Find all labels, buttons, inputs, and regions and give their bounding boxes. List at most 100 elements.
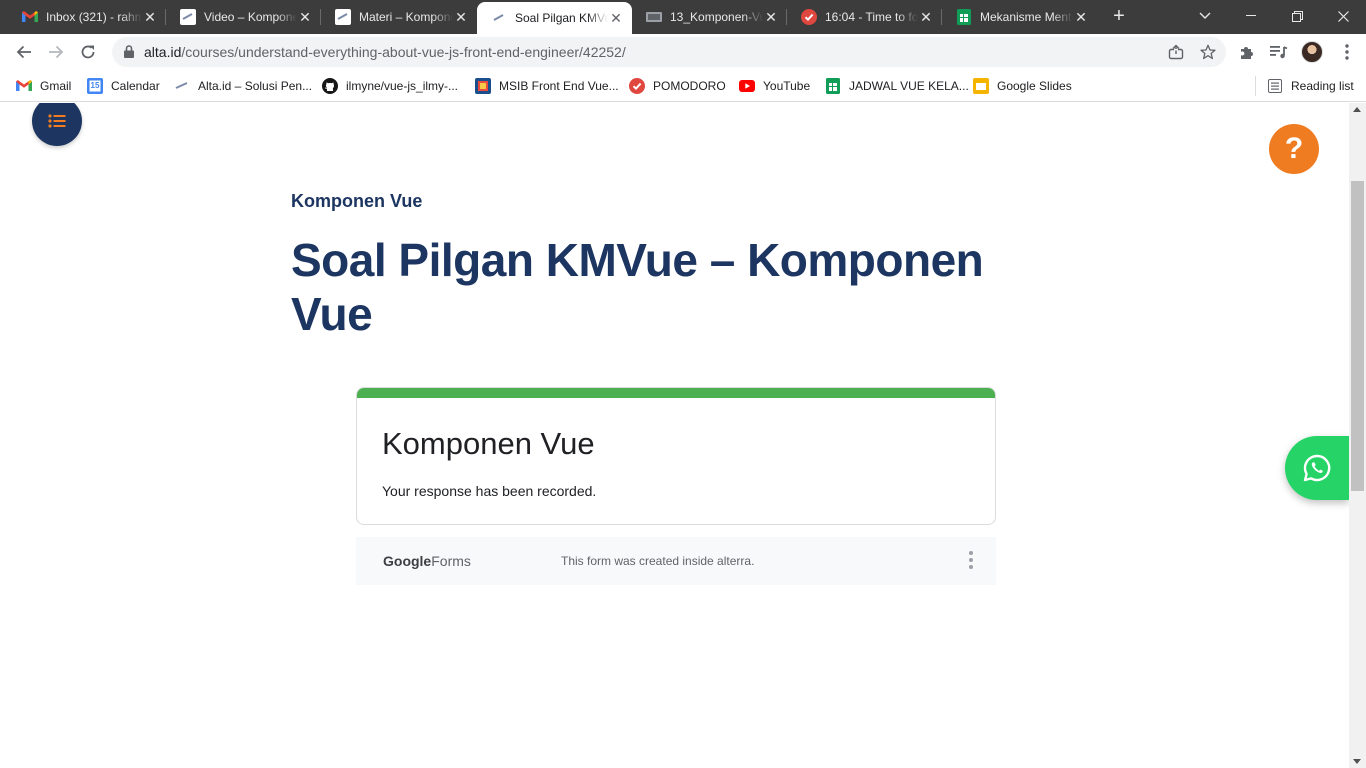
tab-mekanisme[interactable]: Mekanisme Mento ✕: [942, 0, 1097, 34]
youtube-icon: [739, 78, 755, 94]
share-icon[interactable]: [1167, 43, 1185, 61]
form-response-card: Komponen Vue Your response has been reco…: [356, 387, 996, 525]
brand-forms: Forms: [431, 553, 471, 569]
kebab-menu-icon[interactable]: [1337, 42, 1357, 62]
reload-icon: [81, 45, 95, 59]
lock-icon: [124, 45, 134, 63]
scroll-up-arrow-icon[interactable]: [1353, 107, 1361, 112]
tab-pomodoro[interactable]: 16:04 - Time to fo ✕: [787, 0, 942, 34]
url-host: alta.id: [144, 44, 182, 60]
minimize-icon: [1246, 15, 1256, 16]
sheets-icon: [825, 78, 841, 94]
tab-video-komponen[interactable]: Video – Komponen ✕: [166, 0, 321, 34]
form-footer-note: This form was created inside alterra.: [561, 554, 755, 568]
bookmark-gmail[interactable]: Gmail: [16, 76, 71, 96]
bookmark-github[interactable]: ilmyne/vue-js_ilmy-...: [322, 76, 458, 96]
bookmark-calendar[interactable]: 15 Calendar: [87, 76, 160, 96]
help-button[interactable]: ?: [1269, 124, 1319, 174]
scroll-thumb[interactable]: [1351, 181, 1364, 491]
page-scrollbar[interactable]: [1349, 103, 1366, 768]
gmail-icon: [16, 78, 32, 94]
tab-search-button[interactable]: [1182, 0, 1228, 32]
tab-materi-komponen[interactable]: Materi – Komponen ✕: [321, 0, 477, 34]
list-icon: [48, 114, 66, 128]
google-forms-logo[interactable]: GoogleForms: [383, 553, 471, 569]
whatsapp-icon: [1303, 454, 1331, 482]
minimize-button[interactable]: [1228, 0, 1274, 32]
close-icon[interactable]: ✕: [763, 9, 779, 25]
close-icon[interactable]: ✕: [142, 9, 158, 25]
pomodoro-icon: [629, 78, 645, 94]
close-window-button[interactable]: [1320, 0, 1366, 32]
bookmark-label: YouTube: [763, 79, 811, 93]
course-menu-button[interactable]: [32, 103, 82, 146]
bookmark-label: JADWAL VUE KELA...: [849, 79, 969, 93]
tab-title: Video – Komponen: [204, 10, 297, 24]
bookmark-label: Calendar: [111, 79, 160, 93]
arrow-right-icon: [49, 45, 64, 59]
bookmark-youtube[interactable]: YouTube: [739, 76, 810, 96]
tab-title: Soal Pilgan KMVue: [515, 11, 608, 25]
alta-icon: [174, 78, 190, 94]
bookmark-pomodoro[interactable]: POMODORO: [629, 76, 726, 96]
extensions-icon[interactable]: [1237, 42, 1257, 62]
media-control-icon[interactable]: [1269, 42, 1289, 62]
page-content: ? Komponen Vue Soal Pilgan KMVue – Kompo…: [0, 103, 1366, 768]
scroll-down-arrow-icon[interactable]: [1353, 759, 1361, 764]
forward-button[interactable]: [42, 38, 70, 66]
form-footer: GoogleForms This form was created inside…: [356, 537, 996, 585]
tab-13-komponen[interactable]: 13_Komponen-Vue ✕: [632, 0, 787, 34]
star-icon[interactable]: [1199, 43, 1217, 61]
bookmark-label: ilmyne/vue-js_ilmy-...: [346, 79, 459, 93]
bookmark-alta[interactable]: Alta.id – Solusi Pen...: [174, 76, 312, 96]
bookmark-google-slides[interactable]: Google Slides: [973, 76, 1072, 96]
sheets-icon: [956, 9, 972, 25]
bookmark-label: MSIB Front End Vue...: [499, 79, 619, 93]
restore-button[interactable]: [1274, 0, 1320, 32]
url-text: alta.id/courses/understand-everything-ab…: [144, 44, 626, 60]
back-button[interactable]: [10, 38, 38, 66]
whatsapp-button[interactable]: [1285, 436, 1349, 500]
reload-button[interactable]: [74, 38, 102, 66]
reading-list-label: Reading list: [1291, 79, 1354, 93]
close-icon[interactable]: ✕: [608, 10, 624, 26]
form-accent-bar: [357, 388, 995, 398]
close-icon[interactable]: ✕: [453, 9, 469, 25]
tab-inbox[interactable]: Inbox (321) - rahm ✕: [8, 0, 166, 34]
bookmark-label: Google Slides: [997, 79, 1072, 93]
close-icon[interactable]: ✕: [918, 9, 934, 25]
alta-icon: [335, 9, 351, 25]
slides-icon: [646, 9, 662, 25]
address-bar[interactable]: alta.id/courses/understand-everything-ab…: [112, 37, 1226, 67]
bookmark-label: Alta.id – Solusi Pen...: [198, 79, 313, 93]
form-title: Komponen Vue: [382, 426, 595, 461]
form-more-options-icon[interactable]: [968, 551, 974, 569]
close-icon[interactable]: ✕: [297, 9, 313, 25]
arrow-left-icon: [16, 45, 31, 59]
calendar-day: 15: [90, 81, 100, 90]
close-icon[interactable]: ✕: [1073, 9, 1089, 25]
browser-toolbar: alta.id/courses/understand-everything-ab…: [0, 34, 1366, 70]
tab-title: Inbox (321) - rahm: [46, 10, 142, 24]
tab-title: 16:04 - Time to fo: [825, 10, 918, 24]
pomodoro-icon: [801, 9, 817, 25]
form-confirmation-message: Your response has been recorded.: [382, 483, 597, 499]
bookmark-jadwal[interactable]: JADWAL VUE KELA...: [825, 76, 969, 96]
bookmarks-separator: [1255, 76, 1256, 96]
reading-list-icon: [1267, 78, 1283, 94]
close-icon: [1337, 10, 1349, 22]
bookmark-label: POMODORO: [653, 79, 726, 93]
tab-soal-pilgan[interactable]: Soal Pilgan KMVue ✕: [477, 2, 632, 34]
restore-icon: [1291, 10, 1303, 22]
slides-icon: [973, 78, 989, 94]
alta-icon: [180, 9, 196, 25]
tab-title: 13_Komponen-Vue: [670, 10, 763, 24]
reading-list-button[interactable]: Reading list: [1267, 76, 1354, 96]
profile-avatar[interactable]: [1301, 41, 1323, 63]
bookmark-msib[interactable]: MSIB Front End Vue...: [475, 76, 619, 96]
new-tab-button[interactable]: +: [1108, 6, 1130, 28]
tab-title: Materi – Komponen: [359, 10, 453, 24]
page-title: Soal Pilgan KMVue – Komponen Vue: [291, 234, 984, 340]
brand-google: Google: [383, 553, 432, 569]
chevron-down-icon: [1199, 12, 1211, 19]
